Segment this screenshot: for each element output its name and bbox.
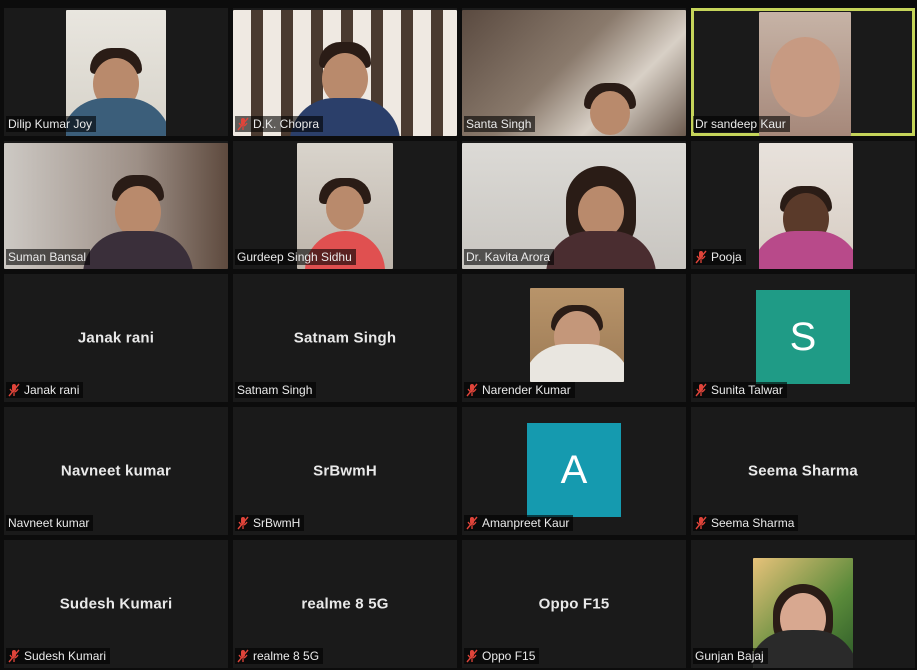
- participant-display-name: Oppo F15: [538, 595, 610, 613]
- participant-tile[interactable]: Dr. Kavita Arora: [462, 141, 686, 269]
- participant-tile[interactable]: Janak rani Janak rani: [4, 274, 228, 402]
- mic-muted-icon: [237, 117, 249, 131]
- mic-muted-icon: [466, 516, 478, 530]
- mic-muted-icon: [8, 649, 20, 663]
- mic-muted-icon: [695, 250, 707, 264]
- participant-name-label: D.K. Chopra: [235, 116, 324, 132]
- participant-name-label: Gunjan Bajaj: [693, 648, 768, 664]
- participant-name-label: Amanpreet Kaur: [464, 515, 574, 531]
- mic-muted-icon: [695, 516, 707, 530]
- avatar-letter: S: [789, 314, 817, 359]
- participant-name-label: Seema Sharma: [693, 515, 799, 531]
- participant-display-name: realme 8 5G: [301, 595, 389, 613]
- participant-video: [530, 288, 624, 382]
- mic-muted-icon: [466, 383, 478, 397]
- participant-name-label: realme 8 5G: [235, 648, 324, 664]
- active-speaker-tile[interactable]: Dr sandeep Kaur: [691, 8, 915, 136]
- participant-tile[interactable]: Seema Sharma Seema Sharma: [691, 407, 915, 535]
- mic-muted-icon: [466, 649, 478, 663]
- participant-name-label: Suman Bansal: [6, 249, 91, 265]
- participant-video: [753, 558, 853, 668]
- participant-display-name: Sudesh Kumari: [59, 595, 173, 613]
- participant-tile[interactable]: Narender Kumar: [462, 274, 686, 402]
- participant-video: [759, 143, 853, 269]
- participant-tile[interactable]: Gurdeep Singh Sidhu: [233, 141, 457, 269]
- participant-name-label: Oppo F15: [464, 648, 540, 664]
- participant-name-label: Navneet kumar: [6, 515, 94, 531]
- participant-display-name: Seema Sharma: [748, 462, 858, 480]
- participant-tile[interactable]: Dilip Kumar Joy: [4, 8, 228, 136]
- participant-display-name: Janak rani: [77, 329, 155, 347]
- participant-name-label: Sudesh Kumari: [6, 648, 111, 664]
- participant-tile[interactable]: Suman Bansal: [4, 141, 228, 269]
- participant-tile[interactable]: Oppo F15 Oppo F15: [462, 540, 686, 668]
- participant-name-label: Dr. Kavita Arora: [464, 249, 555, 265]
- participant-name-label: Sunita Talwar: [693, 382, 787, 398]
- participant-tile[interactable]: S Sunita Talwar: [691, 274, 915, 402]
- participant-tile[interactable]: Santa Singh: [462, 8, 686, 136]
- participant-tile[interactable]: Pooja: [691, 141, 915, 269]
- mic-muted-icon: [8, 383, 20, 397]
- participant-name-label: Janak rani: [6, 382, 84, 398]
- avatar-letter: A: [560, 447, 588, 492]
- participant-tile[interactable]: A Amanpreet Kaur: [462, 407, 686, 535]
- participant-name-label: SrBwmH: [235, 515, 305, 531]
- participant-tile[interactable]: Satnam Singh Satnam Singh: [233, 274, 457, 402]
- participant-avatar: S: [756, 290, 850, 384]
- participant-name-label: Dr sandeep Kaur: [693, 116, 790, 132]
- participant-tile[interactable]: realme 8 5G realme 8 5G: [233, 540, 457, 668]
- mic-muted-icon: [237, 649, 249, 663]
- mic-muted-icon: [237, 516, 249, 530]
- participant-display-name: Satnam Singh: [293, 329, 397, 347]
- participant-name-label: Dilip Kumar Joy: [6, 116, 97, 132]
- participant-name-label: Santa Singh: [464, 116, 536, 132]
- gallery-view: Dilip Kumar Joy D.K. Chopra Santa Singh …: [4, 8, 916, 670]
- participant-display-name: Navneet kumar: [60, 462, 172, 480]
- participant-tile[interactable]: SrBwmH SrBwmH: [233, 407, 457, 535]
- participant-tile[interactable]: Navneet kumar Navneet kumar: [4, 407, 228, 535]
- participant-display-name: SrBwmH: [313, 462, 377, 480]
- participant-tile[interactable]: Gunjan Bajaj: [691, 540, 915, 668]
- participant-name-label: Pooja: [693, 249, 746, 265]
- participant-tile[interactable]: Sudesh Kumari Sudesh Kumari: [4, 540, 228, 668]
- participant-name-label: Narender Kumar: [464, 382, 575, 398]
- participant-avatar: A: [527, 423, 621, 517]
- participant-name-label: Satnam Singh: [235, 382, 317, 398]
- participant-tile[interactable]: D.K. Chopra: [233, 8, 457, 136]
- mic-muted-icon: [695, 383, 707, 397]
- participant-name-label: Gurdeep Singh Sidhu: [235, 249, 356, 265]
